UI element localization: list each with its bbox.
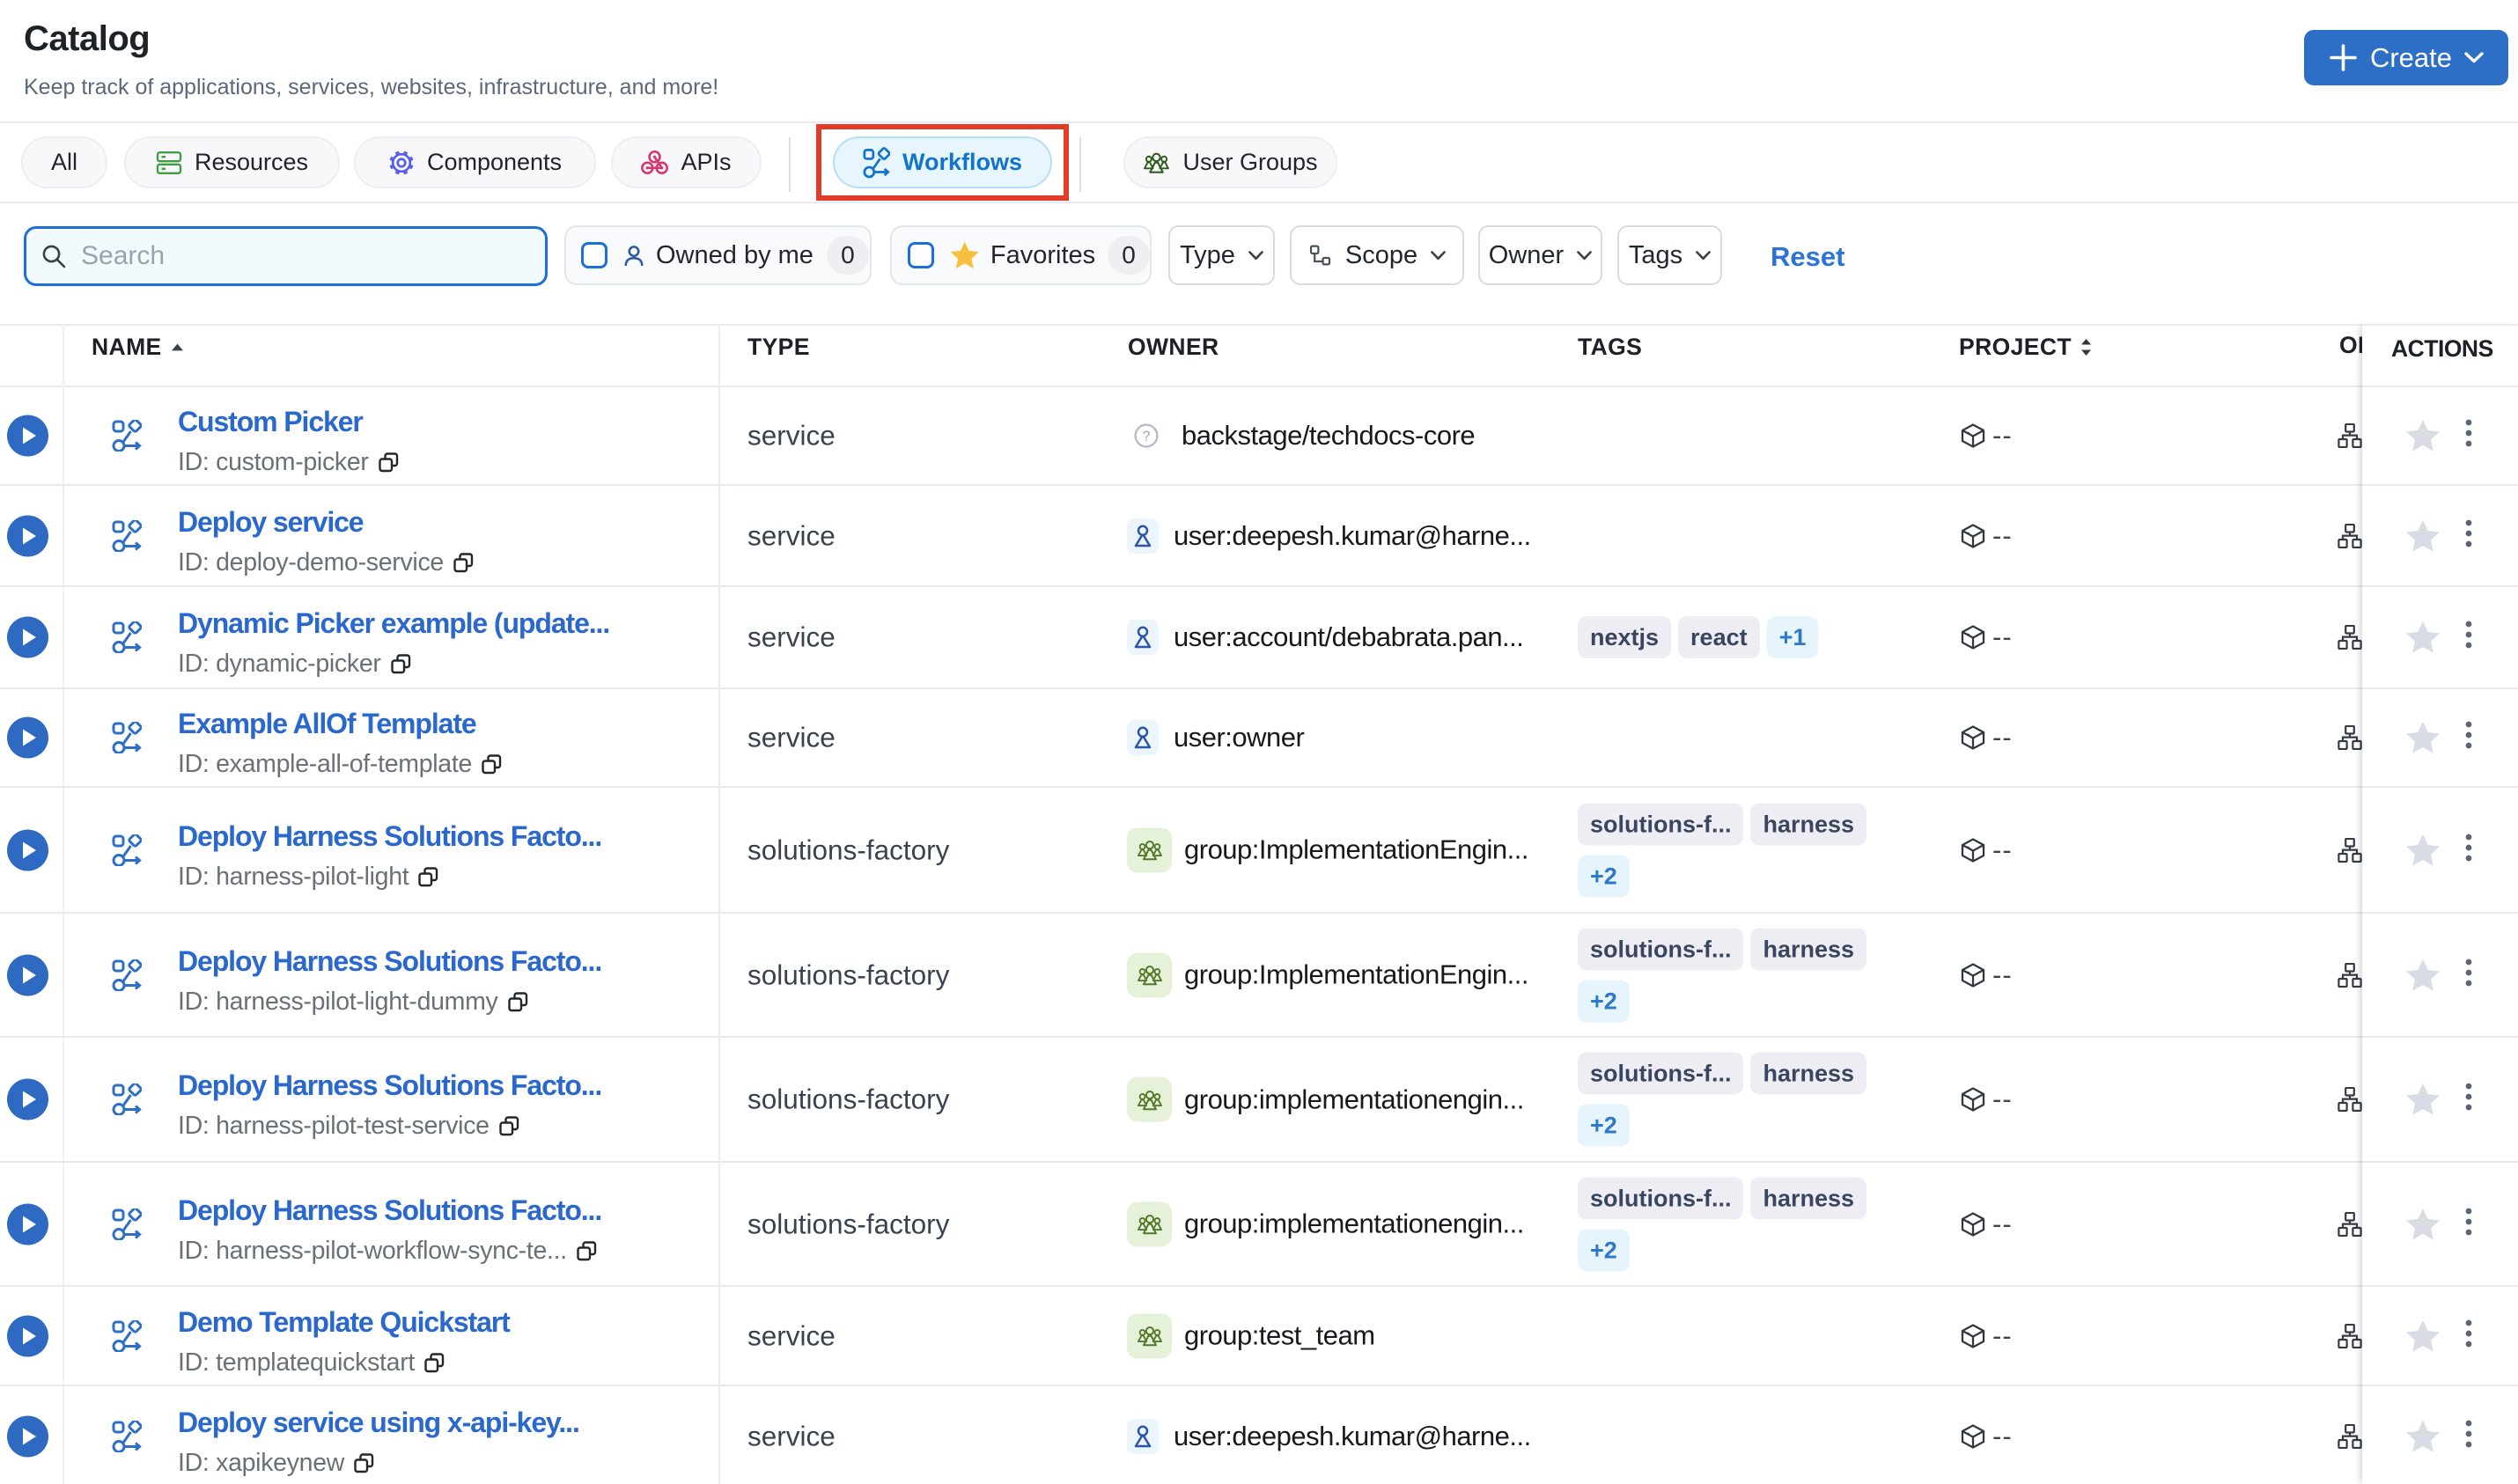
svg-text:?: ? [1143, 430, 1151, 444]
